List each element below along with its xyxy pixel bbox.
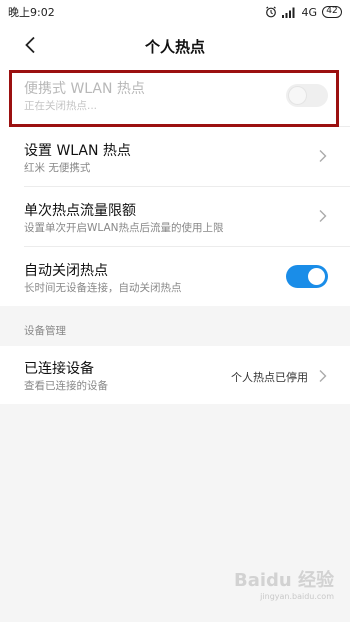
- chevron-right-icon: [319, 150, 327, 162]
- status-icons: 4G 42: [265, 6, 342, 19]
- hotspot-status-text: 个人热点已停用: [231, 371, 308, 384]
- connected-devices-title: 已连接设备: [24, 361, 94, 377]
- network-type: 4G: [301, 5, 317, 19]
- divider: [24, 186, 350, 187]
- setup-wlan-title: 设置 WLAN 热点: [24, 143, 131, 159]
- setup-wlan-subtitle: 红米 无便携式: [24, 162, 91, 174]
- battery-icon: 42: [322, 6, 342, 18]
- chevron-right-icon: [319, 210, 327, 222]
- auto-off-title: 自动关闭热点: [24, 263, 108, 279]
- battery-level: 42: [326, 6, 338, 16]
- setup-wlan-hotspot-row[interactable]: 设置 WLAN 热点 红米 无便携式: [0, 126, 350, 186]
- auto-off-row[interactable]: 自动关闭热点 长时间无设备连接，自动关闭热点: [0, 246, 350, 306]
- title-bar: 个人热点: [0, 24, 350, 66]
- baidu-watermark: Baidu 经验 jingyan.baidu.com: [214, 566, 334, 610]
- connected-devices-subtitle: 查看已连接的设备: [24, 380, 108, 392]
- watermark-text: Baidu 经验: [233, 570, 334, 591]
- status-time: 晚上9:02: [8, 6, 55, 19]
- page-title: 个人热点: [144, 38, 205, 56]
- traffic-limit-row[interactable]: 单次热点流量限额 设置单次开启WLAN热点后流量的使用上限: [0, 186, 350, 246]
- connected-devices-row[interactable]: 已连接设备 查看已连接的设备 个人热点已停用: [0, 346, 350, 404]
- device-card: 已连接设备 查看已连接的设备 个人热点已停用: [0, 346, 350, 404]
- auto-off-toggle[interactable]: [286, 265, 328, 288]
- status-bar: 晚上9:02 4G 42: [0, 0, 350, 24]
- auto-off-subtitle: 长时间无设备连接，自动关闭热点: [24, 282, 182, 294]
- section-label-device-management: 设备管理: [24, 325, 66, 337]
- chevron-right-icon: [319, 370, 327, 382]
- alarm-icon: [266, 6, 277, 18]
- traffic-limit-title: 单次热点流量限额: [24, 203, 136, 219]
- signal-icon: [282, 7, 295, 18]
- toggle-knob: [308, 268, 325, 285]
- traffic-limit-subtitle: 设置单次开启WLAN热点后流量的使用上限: [24, 222, 224, 234]
- highlight-annotation-box: [9, 70, 339, 127]
- divider: [24, 246, 350, 247]
- watermark-subtext: jingyan.baidu.com: [260, 592, 334, 601]
